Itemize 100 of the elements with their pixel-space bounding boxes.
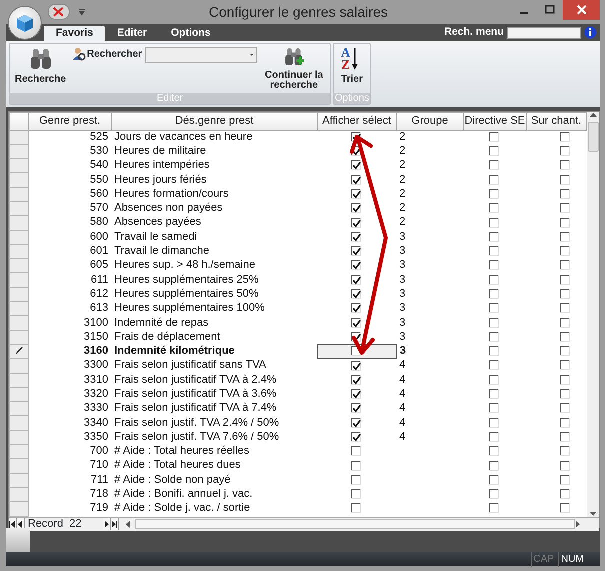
scrollbar-thumb[interactable] — [135, 519, 575, 530]
column-header[interactable]: Sur chant. — [526, 112, 586, 130]
checkbox[interactable] — [350, 188, 360, 199]
checkbox[interactable] — [488, 203, 498, 214]
info-icon[interactable] — [584, 26, 597, 39]
checkbox[interactable] — [560, 446, 570, 456]
checkbox[interactable] — [350, 303, 360, 314]
checkbox[interactable] — [350, 246, 360, 256]
scroll-up-icon[interactable] — [588, 112, 598, 118]
column-header[interactable]: Dés.genre prest — [112, 112, 318, 130]
column-header[interactable]: Afficher sélect — [318, 112, 396, 130]
checkbox[interactable] — [350, 460, 360, 471]
checkbox[interactable] — [560, 160, 570, 170]
checkbox[interactable] — [560, 289, 570, 299]
checkbox[interactable] — [488, 489, 498, 500]
scrollbar-thumb[interactable] — [588, 122, 598, 152]
app-menu-button[interactable] — [8, 6, 42, 40]
checkbox[interactable] — [560, 203, 570, 214]
checkbox[interactable] — [488, 418, 498, 428]
checkbox[interactable] — [560, 432, 570, 442]
checkbox[interactable] — [560, 418, 570, 428]
checkbox[interactable] — [350, 289, 360, 299]
checkbox[interactable] — [350, 389, 360, 400]
checkbox[interactable] — [488, 188, 498, 199]
checkbox[interactable] — [350, 203, 360, 214]
checkbox[interactable] — [560, 318, 570, 328]
checkbox[interactable] — [560, 218, 570, 228]
checkbox[interactable] — [350, 232, 360, 242]
checkbox[interactable] — [488, 389, 498, 400]
previous-record-icon[interactable] — [17, 520, 24, 528]
checkbox[interactable] — [350, 360, 360, 371]
checkbox[interactable] — [350, 403, 360, 414]
checkbox[interactable] — [350, 174, 360, 185]
checkbox[interactable] — [350, 374, 360, 385]
checkbox[interactable] — [488, 474, 498, 485]
checkbox[interactable] — [488, 374, 498, 385]
checkbox[interactable] — [560, 303, 570, 314]
next-record-icon[interactable] — [103, 520, 110, 528]
checkbox[interactable] — [350, 318, 360, 328]
ribbon-button[interactable]: Continuer la recherche — [261, 46, 328, 91]
checkbox[interactable] — [560, 232, 570, 242]
checkbox[interactable] — [488, 446, 498, 456]
checkbox[interactable] — [488, 503, 498, 514]
checkbox[interactable] — [560, 332, 570, 342]
checkbox[interactable] — [488, 332, 498, 342]
ribbon-tab[interactable]: Favoris — [44, 26, 106, 41]
checkbox[interactable] — [488, 303, 498, 314]
record-number-field[interactable]: 22 — [69, 516, 103, 532]
checkbox[interactable] — [488, 403, 498, 414]
dropdown-caret-icon[interactable] — [78, 8, 86, 16]
checkbox[interactable] — [560, 374, 570, 385]
column-header[interactable]: Groupe — [396, 112, 464, 130]
scroll-left-icon[interactable] — [125, 520, 131, 528]
checkbox[interactable] — [488, 146, 498, 156]
dropdown-caret-icon[interactable] — [248, 51, 256, 59]
checkbox[interactable] — [488, 160, 498, 170]
checkbox[interactable] — [560, 403, 570, 414]
ribbon-button[interactable]: Recherche — [13, 46, 68, 91]
first-record-icon[interactable] — [9, 520, 16, 528]
checkbox[interactable] — [560, 489, 570, 500]
checkbox[interactable] — [488, 289, 498, 299]
checkbox[interactable] — [350, 218, 360, 228]
close-icon[interactable] — [48, 4, 70, 20]
checkbox[interactable] — [350, 432, 360, 442]
checkbox[interactable] — [560, 460, 570, 471]
row-selector[interactable] — [10, 344, 28, 359]
checkbox[interactable] — [350, 446, 360, 456]
checkbox[interactable] — [560, 146, 570, 156]
checkbox[interactable] — [560, 474, 570, 485]
ribbon-tab[interactable]: Options — [159, 26, 223, 41]
checkbox[interactable] — [488, 260, 498, 270]
checkbox[interactable] — [488, 218, 498, 228]
checkbox[interactable] — [350, 474, 360, 485]
checkbox[interactable] — [488, 232, 498, 242]
checkbox[interactable] — [488, 460, 498, 471]
menu-search-field[interactable] — [507, 26, 581, 38]
checkbox[interactable] — [560, 132, 570, 142]
checkbox[interactable] — [350, 418, 360, 428]
checkbox[interactable] — [488, 360, 498, 370]
checkbox[interactable] — [350, 160, 360, 170]
checkbox[interactable] — [560, 188, 570, 199]
checkbox[interactable] — [350, 260, 360, 270]
panel-grip[interactable] — [6, 528, 30, 552]
ribbon-tab[interactable]: Editer — [105, 26, 160, 41]
checkbox[interactable] — [560, 389, 570, 400]
maximize-icon[interactable] — [545, 5, 555, 15]
checkbox[interactable] — [350, 274, 360, 285]
column-header[interactable]: Directive SE — [464, 112, 526, 130]
checkbox[interactable] — [560, 260, 570, 270]
checkbox[interactable] — [560, 503, 570, 514]
ribbon-button[interactable]: A Z Trier — [337, 46, 368, 91]
checkbox[interactable] — [560, 174, 570, 185]
checkbox[interactable] — [488, 274, 498, 285]
checkbox[interactable] — [488, 174, 498, 185]
checkbox[interactable] — [350, 489, 360, 500]
checkbox[interactable] — [488, 318, 498, 328]
checkbox[interactable] — [488, 432, 498, 442]
checkbox[interactable] — [488, 132, 498, 142]
checkbox[interactable] — [560, 360, 570, 370]
checkbox[interactable] — [350, 503, 360, 514]
